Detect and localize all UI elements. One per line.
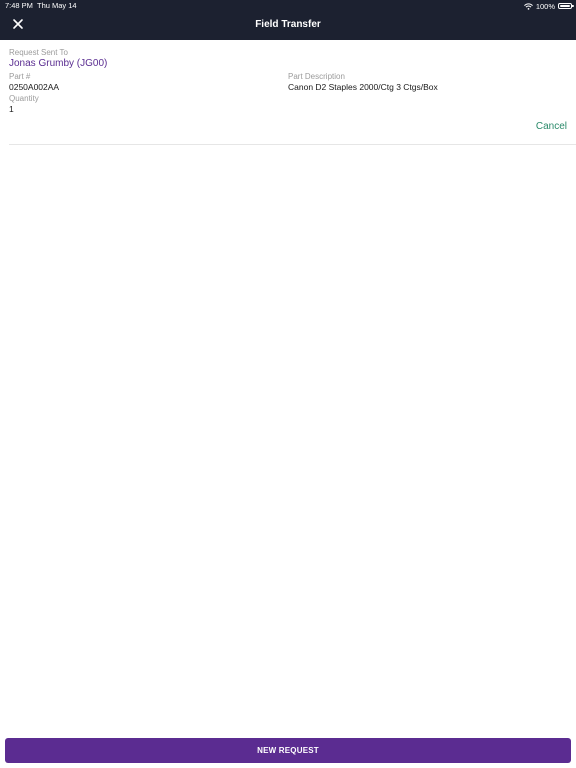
part-number-label: Part # [9, 72, 31, 81]
top-bar: 7:48 PM Thu May 14 100% Field Transfer [0, 0, 576, 40]
part-number-value: 0250A002AA [9, 82, 60, 92]
divider [9, 144, 576, 145]
part-description-label: Part Description [288, 72, 345, 81]
part-description-value: Canon D2 Staples 2000/Ctg 3 Ctgs/Box [288, 82, 438, 92]
request-sent-to-label: Request Sent To [9, 48, 69, 57]
battery-icon [558, 3, 574, 9]
quantity-value: 1 [9, 104, 14, 114]
field-transfer-screen: 7:48 PM Thu May 14 100% Field Transfer R… [0, 0, 576, 768]
status-indicators: 100% [523, 1, 574, 11]
status-time: 7:48 PM [5, 1, 33, 10]
quantity-label: Quantity [9, 94, 39, 103]
new-request-button[interactable]: NEW REQUEST [5, 738, 571, 763]
page-title: Field Transfer [255, 19, 321, 30]
cancel-button[interactable]: Cancel [536, 121, 567, 132]
request-sent-to-value: Jonas Grumby (JG00) [9, 58, 108, 69]
status-date: Thu May 14 [37, 1, 77, 10]
battery-percent: 100% [535, 1, 555, 11]
wifi-icon [523, 2, 533, 10]
